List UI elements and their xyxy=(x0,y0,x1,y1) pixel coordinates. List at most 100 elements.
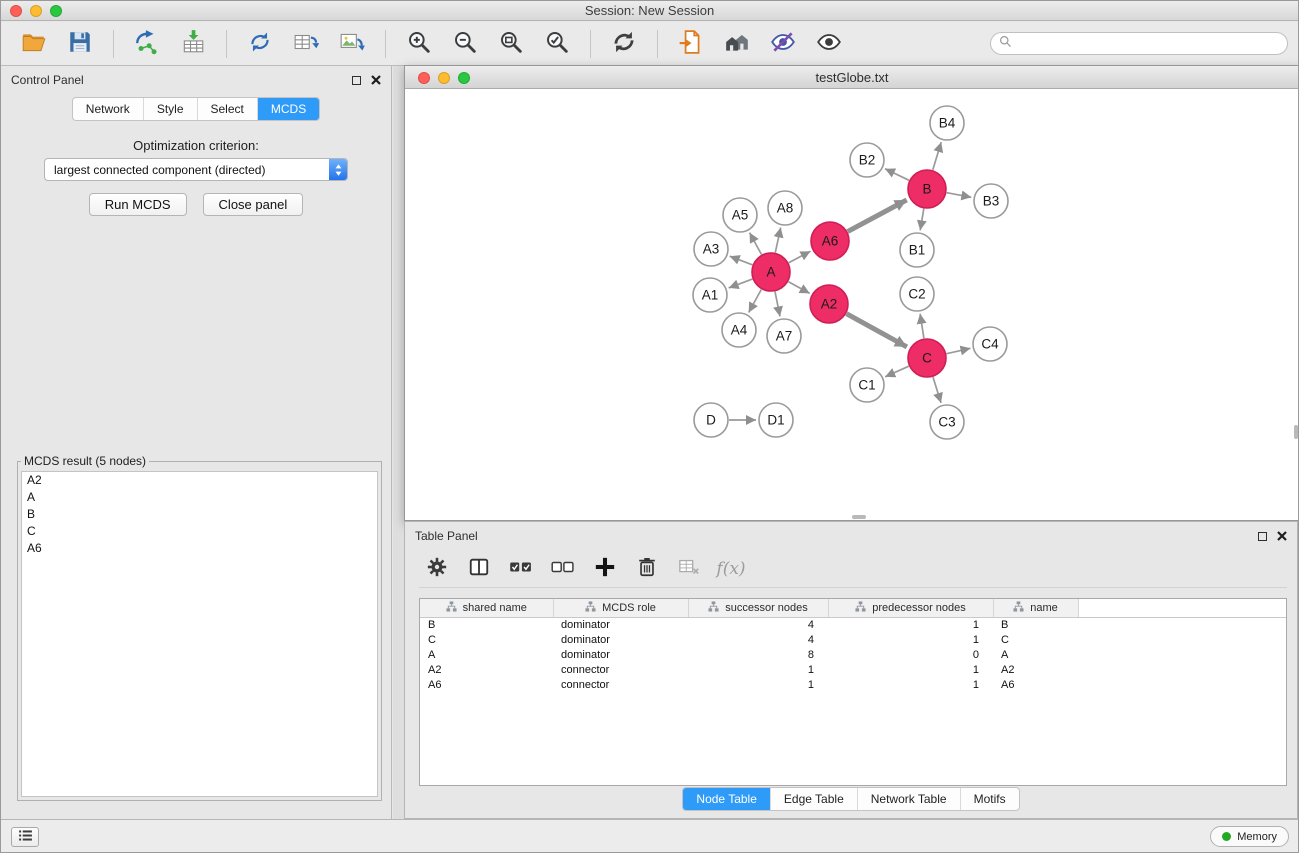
graph-node-B1[interactable] xyxy=(900,233,934,267)
table-cell[interactable]: 1 xyxy=(688,662,828,677)
table-row[interactable]: A2connector11A2 xyxy=(420,662,1286,677)
table-cell[interactable]: A2 xyxy=(993,662,1078,677)
network-window-titlebar[interactable]: testGlobe.txt xyxy=(405,66,1299,89)
graph-node-B2[interactable] xyxy=(850,143,884,177)
table-cell[interactable]: 1 xyxy=(828,617,993,632)
graph-edge-C-C2[interactable] xyxy=(920,314,924,338)
graph-edge-A-A2[interactable] xyxy=(789,282,810,294)
graph-edge-B-B1[interactable] xyxy=(920,209,924,231)
graph-edge-A6-B[interactable] xyxy=(848,200,907,232)
table-cell[interactable]: 4 xyxy=(688,632,828,647)
graph-node-A5[interactable] xyxy=(723,198,757,232)
result-item[interactable]: B xyxy=(22,506,377,523)
graph-edge-B-B2[interactable] xyxy=(885,169,909,181)
show-graphics-details-button[interactable] xyxy=(808,26,850,62)
table-float-panel-icon[interactable] xyxy=(1258,532,1267,541)
graph-edge-A-A6[interactable] xyxy=(789,251,811,263)
hide-graphics-details-button[interactable] xyxy=(762,26,804,62)
table-cell[interactable]: C xyxy=(993,632,1078,647)
table-cell[interactable]: A xyxy=(420,647,553,662)
table-cell[interactable]: B xyxy=(993,617,1078,632)
table-cell[interactable]: 8 xyxy=(688,647,828,662)
table-row[interactable]: Adominator80A xyxy=(420,647,1286,662)
tab-node-table[interactable]: Node Table xyxy=(683,788,770,810)
deselect-all-rows-button[interactable] xyxy=(545,554,581,584)
tab-mcds[interactable]: MCDS xyxy=(257,98,319,120)
run-mcds-button[interactable]: Run MCDS xyxy=(89,193,187,216)
import-document-button[interactable] xyxy=(670,26,712,62)
graph-node-C2[interactable] xyxy=(900,277,934,311)
search-input[interactable] xyxy=(1017,36,1279,52)
graph-edge-B-B4[interactable] xyxy=(933,142,941,170)
graph-node-A1[interactable] xyxy=(693,278,727,312)
zoom-out-button[interactable] xyxy=(444,26,486,62)
zoom-selected-button[interactable] xyxy=(536,26,578,62)
column-header[interactable]: name xyxy=(993,599,1078,617)
network-home-button[interactable] xyxy=(716,26,758,62)
import-table-file-button[interactable] xyxy=(172,26,214,62)
tab-network-table[interactable]: Network Table xyxy=(857,788,960,810)
table-cell[interactable]: A xyxy=(993,647,1078,662)
table-cell[interactable]: C xyxy=(420,632,553,647)
result-item[interactable]: A2 xyxy=(22,472,377,489)
table-row[interactable]: Bdominator41B xyxy=(420,617,1286,632)
result-item[interactable]: C xyxy=(22,523,377,540)
table-close-panel-icon[interactable] xyxy=(1277,531,1287,541)
graph-node-B[interactable] xyxy=(908,170,946,208)
graph-edge-A2-C[interactable] xyxy=(847,314,907,347)
horizontal-scroll-thumb[interactable] xyxy=(852,515,866,519)
tab-motifs[interactable]: Motifs xyxy=(960,788,1019,810)
table-cell[interactable]: dominator xyxy=(553,647,688,662)
table-cell[interactable]: 4 xyxy=(688,617,828,632)
close-panel-button[interactable]: Close panel xyxy=(203,193,304,216)
table-cell[interactable]: A2 xyxy=(420,662,553,677)
graph-node-C1[interactable] xyxy=(850,368,884,402)
table-cell[interactable]: dominator xyxy=(553,617,688,632)
table-cell[interactable]: B xyxy=(420,617,553,632)
tab-network[interactable]: Network xyxy=(73,98,143,120)
network-canvas[interactable]: AA1A2A3A4A5A6A7A8BB1B2B3B4CC1C2C3C4DD1 xyxy=(405,90,1299,520)
split-column-button[interactable] xyxy=(461,554,497,584)
memory-button[interactable]: Memory xyxy=(1210,826,1289,847)
table-cell[interactable]: 0 xyxy=(828,647,993,662)
table-cell[interactable]: connector xyxy=(553,677,688,692)
open-folder-button[interactable] xyxy=(13,26,55,62)
show-panels-button[interactable] xyxy=(11,827,39,847)
zoom-fit-button[interactable] xyxy=(490,26,532,62)
column-header[interactable]: successor nodes xyxy=(688,599,828,617)
table-cell[interactable]: connector xyxy=(553,662,688,677)
graph-edge-A-A4[interactable] xyxy=(749,290,762,313)
table-cell[interactable]: 1 xyxy=(828,677,993,692)
delete-columns-button[interactable] xyxy=(629,554,665,584)
table-row[interactable]: Cdominator41C xyxy=(420,632,1286,647)
graph-edge-A-A3[interactable] xyxy=(730,256,753,265)
graph-node-D[interactable] xyxy=(694,403,728,437)
table-cell[interactable]: dominator xyxy=(553,632,688,647)
new-table-button[interactable] xyxy=(285,26,327,62)
graph-edge-C-C4[interactable] xyxy=(947,348,971,353)
save-session-button[interactable] xyxy=(59,26,101,62)
graph-node-D1[interactable] xyxy=(759,403,793,437)
column-header[interactable]: predecessor nodes xyxy=(828,599,993,617)
graph-edge-A-A7[interactable] xyxy=(775,292,780,317)
tab-select[interactable]: Select xyxy=(197,98,257,120)
graph-edge-C-C1[interactable] xyxy=(885,366,909,377)
graph-node-C[interactable] xyxy=(908,339,946,377)
mcds-result-list[interactable]: A2ABCA6 xyxy=(21,471,378,797)
graph-node-A[interactable] xyxy=(752,253,790,291)
delete-table-button[interactable] xyxy=(671,554,707,584)
import-network-file-button[interactable] xyxy=(126,26,168,62)
result-item[interactable]: A6 xyxy=(22,540,377,557)
vertical-scroll-thumb[interactable] xyxy=(1294,425,1298,439)
search-box[interactable] xyxy=(990,32,1288,55)
graph-node-A8[interactable] xyxy=(768,191,802,225)
float-panel-icon[interactable] xyxy=(352,76,361,85)
new-network-button[interactable] xyxy=(239,26,281,62)
graph-node-B3[interactable] xyxy=(974,184,1008,218)
table-cell[interactable]: A6 xyxy=(420,677,553,692)
column-header[interactable]: MCDS role xyxy=(553,599,688,617)
apply-layout-button[interactable] xyxy=(603,26,645,62)
result-item[interactable]: A xyxy=(22,489,377,506)
function-builder-button[interactable]: f(x) xyxy=(713,554,749,584)
graph-node-A2[interactable] xyxy=(810,285,848,323)
